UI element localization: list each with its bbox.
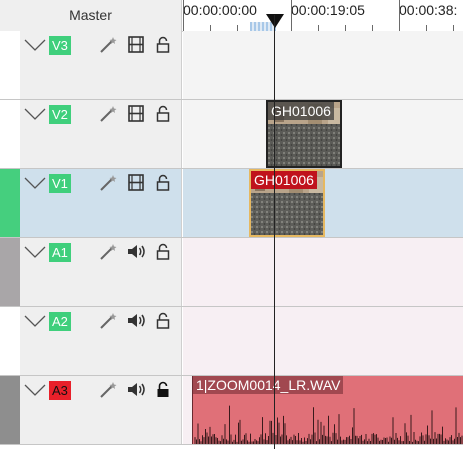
chevron-down-icon[interactable] [24,382,46,401]
speaker-icon[interactable] [127,312,146,333]
playhead-line[interactable] [274,15,275,449]
timeline-ruler[interactable]: Master 00:00:00:00 00:00:19:05 00:00:38: [0,0,463,32]
film-icon[interactable] [128,174,144,195]
timecode-label: 00:00:00:00 [183,2,257,18]
lock-icon[interactable] [156,174,170,195]
speaker-icon[interactable] [127,381,146,402]
track-lane[interactable]: 1|ZOOM0014_LR.WAV [183,376,463,444]
chevron-down-icon[interactable] [24,106,46,125]
track-lane[interactable] [183,238,463,306]
chevron-down-icon[interactable] [24,244,46,263]
track-side-bar [0,307,20,375]
track-lane[interactable]: GH01006 [183,100,463,168]
track-header-a1[interactable]: A1 [20,238,182,306]
magic-wand-icon[interactable] [99,105,117,127]
clip-label: GH01006 [268,102,334,120]
chevron-down-icon[interactable] [24,37,46,56]
lock-icon[interactable] [156,312,170,333]
magic-wand-icon[interactable] [99,36,117,58]
ruler-tick [291,0,292,31]
track-side-bar [0,238,20,306]
track-v2[interactable]: V2 GH01006 [0,100,463,169]
lock-icon[interactable] [156,381,170,402]
video-clip[interactable]: GH01006 [249,169,325,237]
track-name[interactable]: A2 [49,312,71,331]
track-lane[interactable]: GH01006 [183,169,463,237]
track-header-a3[interactable]: A3 [20,376,182,444]
track-header-a2[interactable]: A2 [20,307,182,375]
chevron-down-icon[interactable] [24,313,46,332]
track-lane[interactable] [183,307,463,375]
timecode-label: 00:00:38: [399,2,458,18]
track-header-v3[interactable]: V3 [20,31,182,99]
chevron-down-icon[interactable] [24,175,46,194]
master-button[interactable]: Master [0,0,182,31]
video-clip[interactable]: GH01006 [266,100,342,168]
track-a2[interactable]: A2 [0,307,463,376]
track-v1[interactable]: V1 GH01006 [0,169,463,238]
track-side-bar [0,169,20,237]
track-a3[interactable]: A3 1|ZOOM0014_LR.WAV [0,376,463,445]
lock-icon[interactable] [156,243,170,264]
track-side-bar [0,31,20,99]
track-name[interactable]: V3 [49,36,71,55]
track-name[interactable]: V2 [49,105,71,124]
track-header-v1[interactable]: V1 [20,169,182,237]
magic-wand-icon[interactable] [99,312,117,334]
track-header-v2[interactable]: V2 [20,100,182,168]
magic-wand-icon[interactable] [99,174,117,196]
track-name[interactable]: A1 [49,243,71,262]
audio-clip[interactable]: 1|ZOOM0014_LR.WAV [192,376,463,444]
track-side-bar [0,100,20,168]
clip-label: 1|ZOOM0014_LR.WAV [193,376,344,394]
timecode-label: 00:00:19:05 [291,2,365,18]
film-icon[interactable] [128,36,144,57]
magic-wand-icon[interactable] [99,381,117,403]
track-v3[interactable]: V3 [0,31,463,100]
playhead-handle[interactable] [266,14,284,28]
ruler-tick [183,0,184,31]
track-name[interactable]: A3 [49,381,71,400]
clip-label: GH01006 [251,171,317,189]
film-icon[interactable] [128,105,144,126]
ruler-tick [399,0,400,31]
lock-icon[interactable] [156,36,170,57]
track-lane[interactable] [183,31,463,99]
speaker-icon[interactable] [127,243,146,264]
track-name[interactable]: V1 [49,174,71,193]
track-side-bar [0,376,20,444]
magic-wand-icon[interactable] [99,243,117,265]
lock-icon[interactable] [156,105,170,126]
track-a1[interactable]: A1 [0,238,463,307]
